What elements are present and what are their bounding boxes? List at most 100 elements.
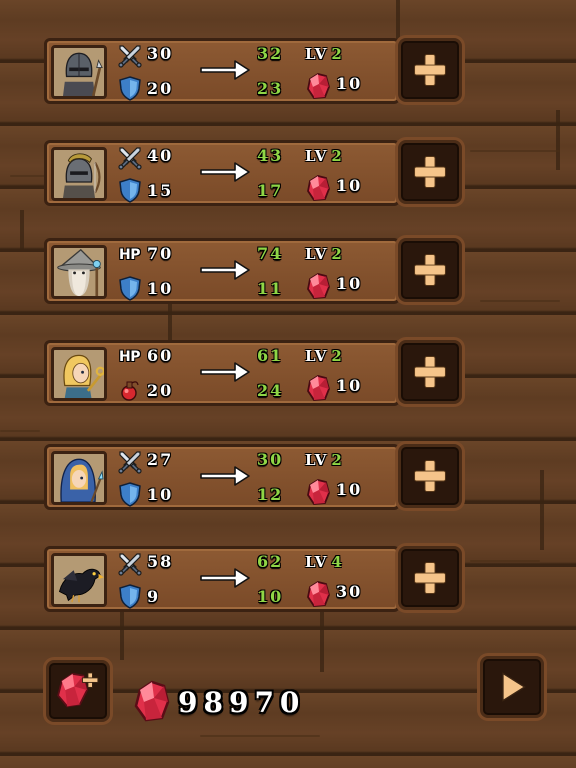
level-value: 2 [331, 245, 343, 263]
crossed-swords-icon [117, 551, 143, 577]
hero-row: HP 60 20 61 24 LV 2 10 [44, 340, 464, 406]
level-display: LV 2 [305, 245, 343, 263]
plus-icon [401, 41, 459, 99]
arrow-right-icon [197, 159, 253, 185]
level-display: LV 2 [305, 451, 343, 469]
hero-panel: 58 9 62 10 LV 4 30 [44, 546, 400, 612]
hero-row: 40 15 43 17 LV 2 10 [44, 140, 464, 206]
upgrade-cost: 10 [336, 480, 363, 499]
stat2-current: 10 [147, 279, 174, 298]
hp-label: HP [119, 247, 140, 263]
stat2-upgraded: 10 [257, 587, 284, 606]
stat2-upgraded: 12 [257, 485, 284, 504]
stat1-current: 58 [147, 552, 174, 571]
plus-icon [401, 447, 459, 505]
grey-wizard-icon [51, 245, 107, 299]
blonde-healer-icon [51, 347, 107, 401]
potion-icon [117, 377, 143, 403]
hero-panel: 40 15 43 17 LV 2 10 [44, 140, 400, 206]
stat2-upgraded: 11 [257, 279, 284, 298]
play-button[interactable] [480, 656, 544, 718]
hero-row: 30 20 32 23 LV 2 10 [44, 38, 464, 104]
upgrade-cost: 10 [336, 274, 363, 293]
gem-icon [305, 477, 331, 507]
stat2-upgraded: 17 [257, 181, 284, 200]
gem-icon [305, 71, 331, 101]
gem-icon [305, 173, 331, 203]
level-value: 2 [331, 45, 343, 63]
level-label: LV [305, 147, 328, 165]
shield-icon [117, 275, 143, 301]
upgrade-button[interactable] [398, 546, 462, 610]
hero-row: 58 9 62 10 LV 4 30 [44, 546, 464, 612]
crossed-swords-icon [117, 449, 143, 475]
arrow-right-icon [197, 257, 253, 283]
spartan-archer-icon [51, 147, 107, 201]
level-label: LV [305, 451, 328, 469]
level-label: LV [305, 347, 328, 365]
plus-icon [401, 549, 459, 607]
stat2-upgraded: 23 [257, 79, 284, 98]
stat1-current: 30 [147, 44, 174, 63]
gem-currency-icon [132, 678, 172, 724]
upgrade-cost: 10 [336, 74, 363, 93]
level-label: LV [305, 245, 328, 263]
hp-label: HP [119, 349, 140, 365]
plus-icon [401, 241, 459, 299]
hero-row: HP 70 10 74 11 LV 2 10 [44, 238, 464, 304]
stat1-upgraded: 32 [257, 44, 284, 63]
stat1-current: 70 [147, 244, 174, 263]
stat1-current: 27 [147, 450, 174, 469]
upgrade-cost: 10 [336, 176, 363, 195]
stat1-upgraded: 62 [257, 552, 284, 571]
crossed-swords-icon [117, 145, 143, 171]
level-label: LV [305, 553, 328, 571]
upgrade-button[interactable] [398, 340, 462, 404]
shield-icon [117, 583, 143, 609]
level-label: LV [305, 45, 328, 63]
gem-total: 98970 [178, 686, 306, 719]
arrow-right-icon [197, 57, 253, 83]
stat1-upgraded: 61 [257, 346, 284, 365]
upgrade-button[interactable] [398, 444, 462, 508]
blue-hooded-mage-icon [51, 451, 107, 505]
stat1-upgraded: 74 [257, 244, 284, 263]
upgrade-button[interactable] [398, 140, 462, 204]
stat2-current: 20 [147, 79, 174, 98]
stat2-current: 10 [147, 485, 174, 504]
gem-icon [305, 579, 331, 609]
level-display: LV 2 [305, 45, 343, 63]
stat1-current: 60 [147, 346, 174, 365]
gem-icon [305, 271, 331, 301]
hero-panel: 27 10 30 12 LV 2 10 [44, 444, 400, 510]
stat2-current: 20 [147, 381, 174, 400]
level-display: LV 2 [305, 347, 343, 365]
upgrade-cost: 30 [336, 582, 363, 601]
plus-icon [401, 343, 459, 401]
buy-gems-button[interactable] [46, 660, 110, 722]
shield-icon [117, 177, 143, 203]
stat1-upgraded: 43 [257, 146, 284, 165]
level-display: LV 4 [305, 553, 343, 571]
stat1-current: 40 [147, 146, 174, 165]
arrow-right-icon [197, 565, 253, 591]
play-icon [502, 672, 526, 702]
upgrade-button[interactable] [398, 38, 462, 102]
gem-plus-icon [57, 672, 99, 708]
plus-icon [401, 143, 459, 201]
gem-icon [305, 373, 331, 403]
stat2-current: 15 [147, 181, 174, 200]
stat1-upgraded: 30 [257, 450, 284, 469]
upgrade-button[interactable] [398, 238, 462, 302]
hero-panel: HP 60 20 61 24 LV 2 10 [44, 340, 400, 406]
shield-icon [117, 75, 143, 101]
armored-knight-icon [51, 45, 107, 99]
level-value: 2 [331, 347, 343, 365]
black-crow-icon [51, 553, 107, 607]
hero-row: 27 10 30 12 LV 2 10 [44, 444, 464, 510]
level-value: 2 [331, 147, 343, 165]
crossed-swords-icon [117, 43, 143, 69]
arrow-right-icon [197, 359, 253, 385]
stat2-upgraded: 24 [257, 381, 284, 400]
level-display: LV 2 [305, 147, 343, 165]
